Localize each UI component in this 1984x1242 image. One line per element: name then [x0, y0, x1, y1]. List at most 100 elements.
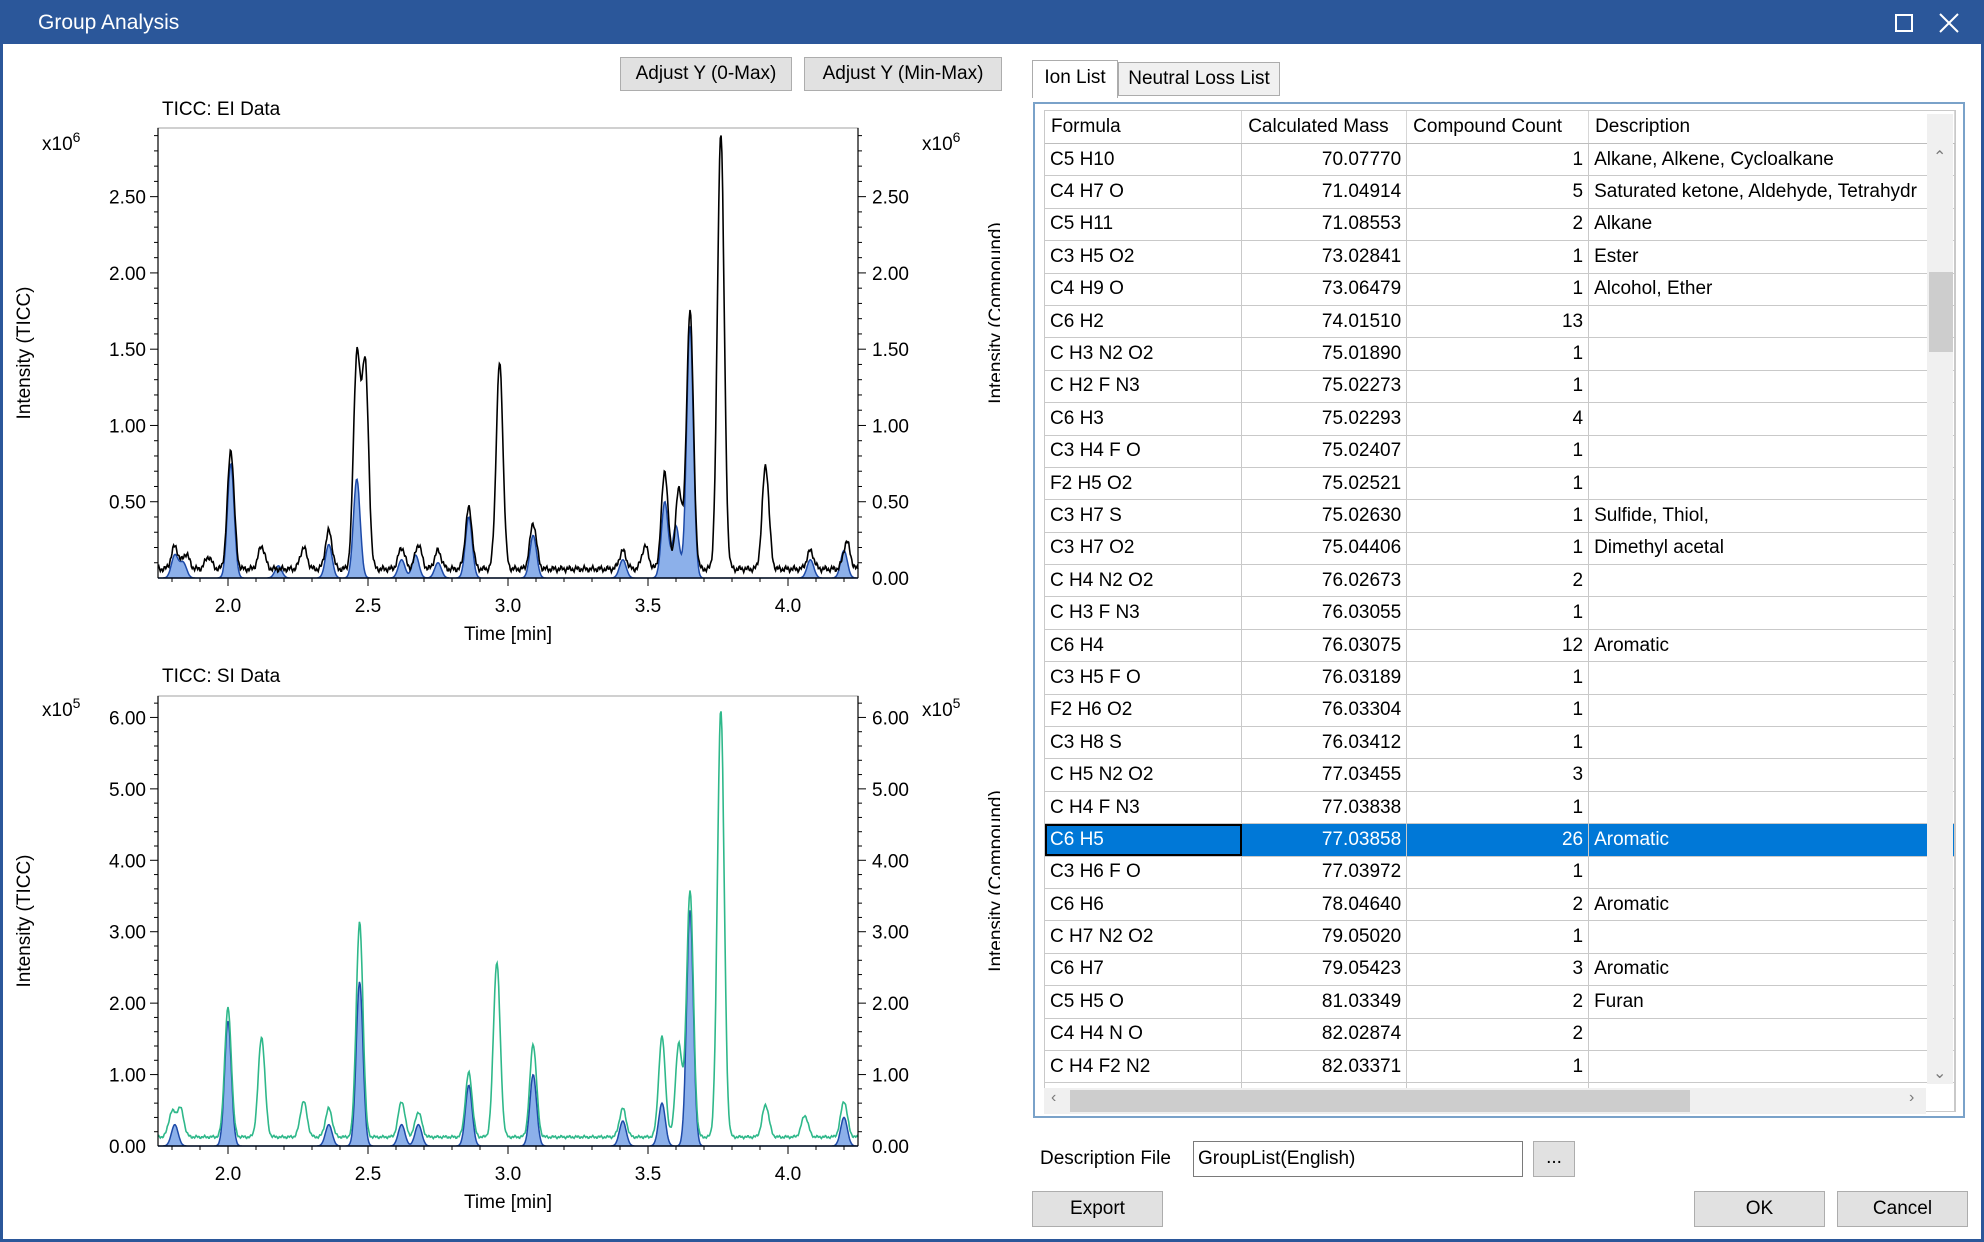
table-row[interactable]: F2 H5 O2 75.02521 1 [1045, 467, 1955, 501]
tab-neutral-loss-list[interactable]: Neutral Loss List [1118, 62, 1280, 96]
table-cell[interactable]: Aromatic [1588, 953, 1955, 987]
table-row[interactable]: C6 H4 76.03075 12 Aromatic [1045, 629, 1955, 663]
table-cell[interactable]: C6 H2 [1045, 305, 1243, 339]
column-header[interactable]: Compound Count [1406, 111, 1590, 144]
table-cell[interactable]: 26 [1406, 823, 1590, 857]
table-cell[interactable]: 75.04406 [1241, 532, 1408, 566]
table-cell[interactable]: Alkane [1588, 208, 1955, 242]
table-cell[interactable]: Aromatic [1588, 629, 1955, 663]
table-cell[interactable] [1588, 337, 1955, 371]
table-row[interactable]: C6 H6 78.04640 2 Aromatic [1045, 888, 1955, 922]
table-row[interactable]: C3 H6 F O 77.03972 1 [1045, 856, 1955, 889]
table-cell[interactable]: 1 [1406, 661, 1590, 695]
table-cell[interactable]: C4 H9 O [1045, 273, 1243, 306]
column-header[interactable]: Description [1588, 111, 1955, 144]
table-row[interactable]: C H4 N2 O2 76.02673 2 [1045, 564, 1955, 598]
table-cell[interactable]: 76.03304 [1241, 694, 1408, 728]
table-cell[interactable]: C4 H7 O [1045, 175, 1243, 209]
table-cell[interactable]: C4 H4 N O [1045, 1018, 1243, 1051]
table-cell[interactable]: 75.02630 [1241, 499, 1408, 533]
table-cell[interactable]: 76.03055 [1241, 596, 1408, 630]
table-cell[interactable]: 82.02874 [1241, 1018, 1408, 1051]
table-cell[interactable]: 3 [1406, 758, 1590, 792]
scroll-right-icon[interactable]: › [1909, 1089, 1914, 1107]
table-row[interactable]: C3 H8 S 76.03412 1 [1045, 726, 1955, 760]
table-row[interactable]: C H4 F N3 77.03838 1 [1045, 791, 1955, 825]
table-cell[interactable]: 1 [1406, 370, 1590, 404]
table-cell[interactable] [1588, 856, 1955, 889]
table-cell[interactable]: 70.07770 [1241, 143, 1408, 177]
table-cell[interactable]: C5 H10 [1045, 143, 1243, 177]
table-cell[interactable]: 1 [1406, 856, 1590, 889]
table-cell[interactable]: Alcohol, Ether [1588, 273, 1955, 306]
table-cell[interactable]: Alkane, Alkene, Cycloalkane [1588, 143, 1955, 177]
table-cell[interactable]: 2 [1406, 564, 1590, 598]
table-cell[interactable]: C6 H6 [1045, 888, 1243, 922]
table-cell[interactable]: Dimethyl acetal [1588, 532, 1955, 566]
table-cell[interactable] [1588, 596, 1955, 630]
table-cell[interactable]: 79.05020 [1241, 920, 1408, 954]
table-row[interactable]: C3 H5 O2 73.02841 1 Ester [1045, 240, 1955, 274]
table-cell[interactable]: 1 [1406, 1050, 1590, 1084]
table-cell[interactable]: 2 [1406, 985, 1590, 1019]
table-cell[interactable]: 76.03189 [1241, 661, 1408, 695]
export-button[interactable]: Export [1032, 1191, 1163, 1227]
table-cell[interactable]: 77.03838 [1241, 791, 1408, 825]
table-cell[interactable]: 1 [1406, 726, 1590, 760]
table-cell[interactable]: 1 [1406, 273, 1590, 306]
table-cell[interactable] [1588, 402, 1955, 436]
table-cell[interactable]: C H4 F2 N2 [1045, 1050, 1243, 1084]
table-cell[interactable]: 75.02521 [1241, 467, 1408, 501]
table-cell[interactable]: 75.02293 [1241, 402, 1408, 436]
table-cell[interactable]: Furan [1588, 985, 1955, 1019]
table-cell[interactable]: 77.03455 [1241, 758, 1408, 792]
table-row[interactable]: C H3 N2 O2 75.01890 1 [1045, 337, 1955, 371]
maximize-icon[interactable] [1889, 8, 1919, 38]
table-row[interactable]: C5 H10 70.07770 1 Alkane, Alkene, Cycloalka… [1045, 143, 1955, 177]
table-cell[interactable] [1588, 726, 1955, 760]
table-cell[interactable]: C3 H4 F O [1045, 435, 1243, 468]
table-cell[interactable]: 77.03858 [1241, 823, 1408, 857]
table-cell[interactable]: C3 H7 O2 [1045, 532, 1243, 566]
table-cell[interactable]: 73.06479 [1241, 273, 1408, 306]
table-cell[interactable]: 75.01890 [1241, 337, 1408, 371]
table-cell[interactable]: C H2 F N3 [1045, 370, 1243, 404]
table-cell[interactable]: 1 [1406, 337, 1590, 371]
table-row[interactable]: C6 H7 79.05423 3 Aromatic [1045, 953, 1955, 987]
browse-button[interactable]: ... [1533, 1141, 1575, 1177]
table-cell[interactable]: 74.01510 [1241, 305, 1408, 339]
table-cell[interactable]: Aromatic [1588, 823, 1955, 857]
adjust-y-min-max-button[interactable]: Adjust Y (Min-Max) [804, 57, 1002, 91]
table-row[interactable]: C5 H5 O 81.03349 2 Furan [1045, 985, 1955, 1019]
table-cell[interactable]: 76.02673 [1241, 564, 1408, 598]
table-cell[interactable]: 81.03349 [1241, 985, 1408, 1019]
table-cell[interactable] [1588, 467, 1955, 501]
table-cell[interactable]: 3 [1406, 953, 1590, 987]
column-header[interactable]: Formula [1045, 111, 1243, 144]
table-cell[interactable]: 2 [1406, 1018, 1590, 1051]
table-row[interactable]: C4 H7 O 71.04914 5 Saturated ketone, Aldehy… [1045, 175, 1955, 209]
table-cell[interactable] [1588, 920, 1955, 954]
cancel-button[interactable]: Cancel [1837, 1191, 1968, 1227]
table-cell[interactable]: 76.03075 [1241, 629, 1408, 663]
table-row[interactable]: F2 H6 O2 76.03304 1 [1045, 694, 1955, 728]
scroll-left-icon[interactable]: ‹ [1051, 1089, 1056, 1107]
table-cell[interactable]: 75.02407 [1241, 435, 1408, 468]
table-row[interactable]: C H3 F N3 76.03055 1 [1045, 596, 1955, 630]
table-cell[interactable]: 82.03371 [1241, 1050, 1408, 1084]
table-cell[interactable]: 4 [1406, 402, 1590, 436]
table-cell[interactable] [1588, 435, 1955, 468]
table-cell[interactable]: 12 [1406, 629, 1590, 663]
table-cell[interactable]: C H3 F N3 [1045, 596, 1243, 630]
description-file-field[interactable]: GroupList(English) [1193, 1141, 1523, 1177]
table-row[interactable]: C3 H7 S 75.02630 1 Sulfide, Thiol, [1045, 499, 1955, 533]
table-cell[interactable]: C H4 F N3 [1045, 791, 1243, 825]
table-cell[interactable]: C3 H5 O2 [1045, 240, 1243, 274]
table-cell[interactable]: 1 [1406, 499, 1590, 533]
table-cell[interactable]: C5 H5 O [1045, 985, 1243, 1019]
table-row[interactable]: C5 H11 71.08553 2 Alkane [1045, 208, 1955, 242]
table-cell[interactable] [1588, 564, 1955, 598]
table-cell[interactable] [1588, 1050, 1955, 1084]
table-cell[interactable]: C3 H5 F O [1045, 661, 1243, 695]
table-cell[interactable]: 1 [1406, 596, 1590, 630]
